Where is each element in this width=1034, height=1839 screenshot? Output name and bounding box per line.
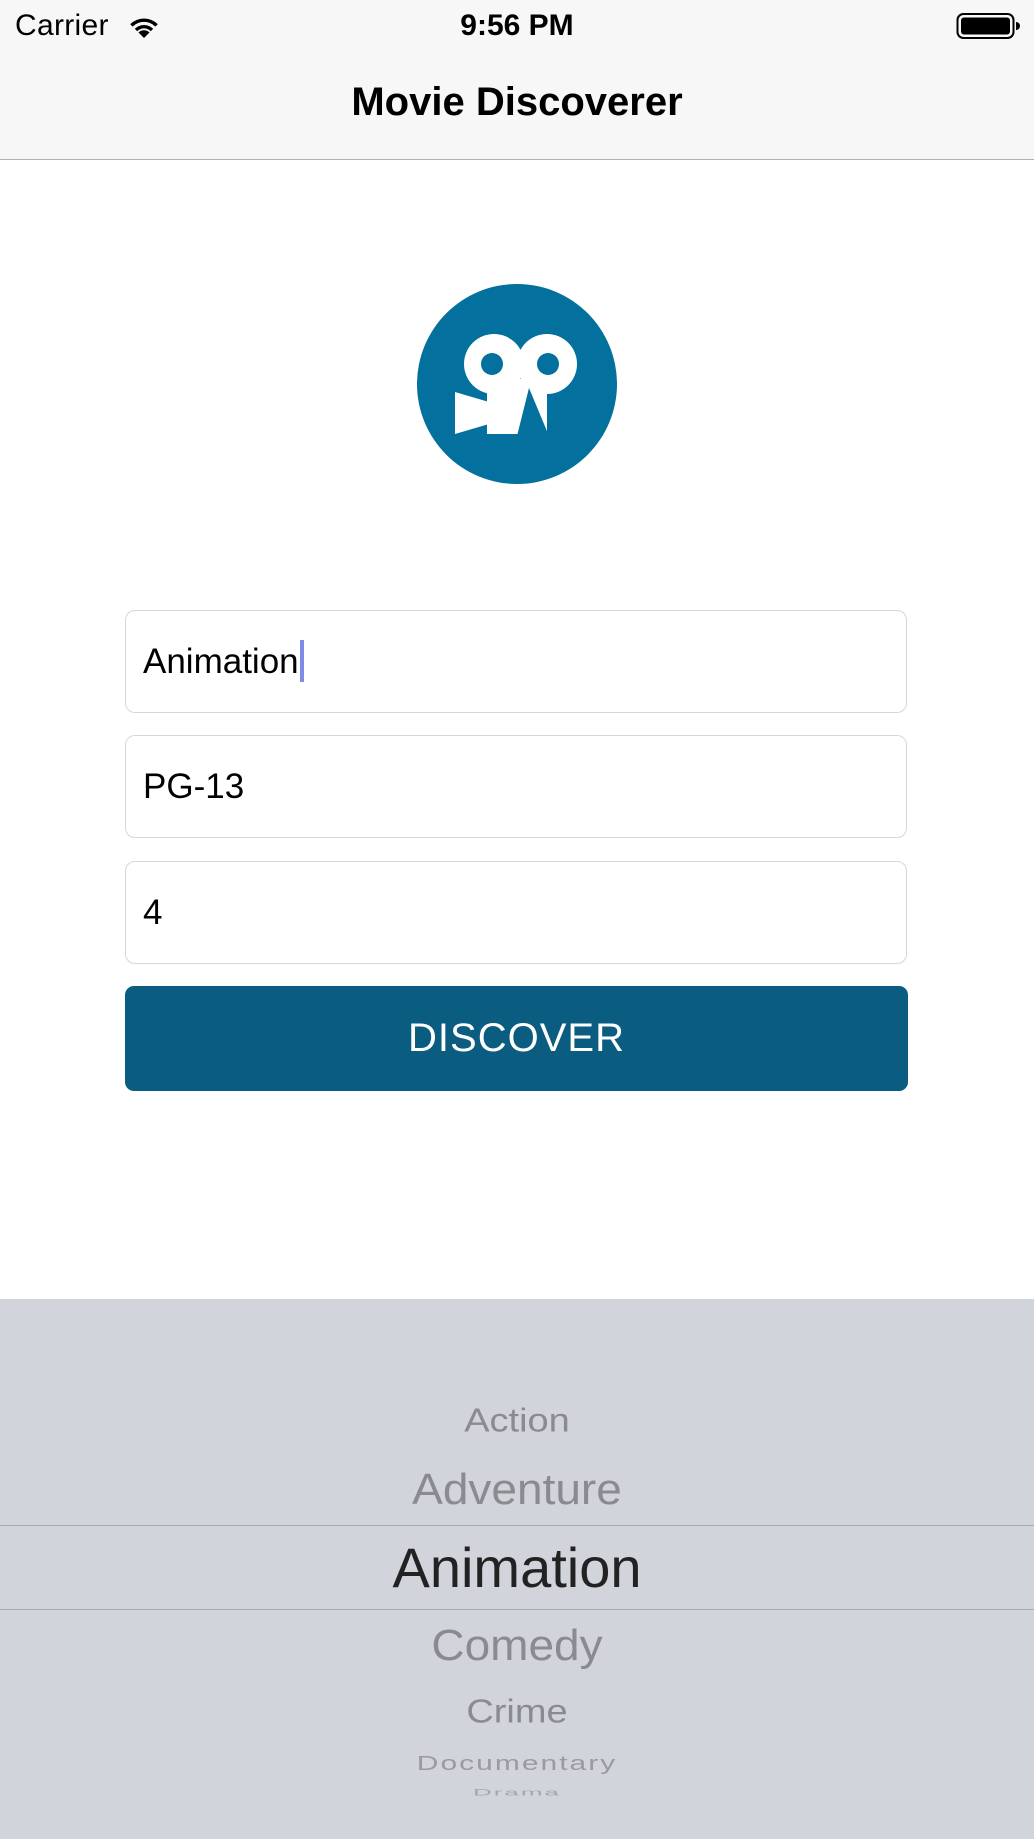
text-cursor [299,639,304,682]
picker-item[interactable]: Documentary [0,1752,1034,1775]
status-bar: Carrier 9:56 PM [0,0,1034,50]
movie-camera-icon [417,284,617,484]
genre-field-value: Animation [143,642,299,681]
page-title: Movie Discoverer [351,80,683,124]
navigation-bar: Movie Discoverer [0,50,1034,160]
picker-item[interactable]: Action [0,1403,1034,1441]
picker-item-selected[interactable]: Animation [0,1535,1034,1600]
picker-item[interactable]: Comedy [0,1619,1034,1670]
battery-icon [956,13,1020,39]
picker-item[interactable]: Adventure [0,1463,1034,1514]
genre-field[interactable]: Animation [125,610,907,713]
count-field-value: 4 [143,893,163,932]
picker-item[interactable]: Drama [0,1787,1034,1798]
clock: 9:56 PM [460,9,574,42]
rating-field-value: PG-13 [143,767,245,806]
picker-item[interactable]: Crime [0,1694,1034,1732]
discover-button[interactable]: DISCOVER [125,986,908,1091]
count-field[interactable]: 4 [125,861,907,964]
genre-picker[interactable]: Action Adventure Animation Comedy Crime … [0,1299,1034,1839]
rating-field[interactable]: PG-13 [125,735,907,838]
